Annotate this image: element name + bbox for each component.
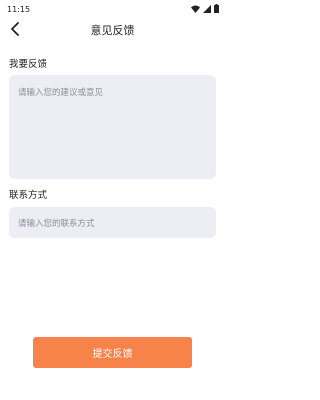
contact-input[interactable]: 请输入您的联系方式 bbox=[9, 207, 216, 238]
feedback-textarea[interactable]: 请输入您的建议或意见 bbox=[9, 75, 216, 179]
nav-bar: 意见反馈 bbox=[0, 18, 225, 42]
battery-icon bbox=[214, 4, 219, 15]
status-bar: 11:15 bbox=[0, 0, 225, 18]
status-time: 11:15 bbox=[7, 5, 31, 14]
contact-placeholder: 请输入您的联系方式 bbox=[18, 219, 95, 229]
feedback-placeholder: 请输入您的建议或意见 bbox=[18, 88, 104, 98]
signal-icon bbox=[203, 4, 211, 15]
submit-feedback-button[interactable]: 提交反馈 bbox=[33, 337, 192, 368]
contact-label: 联系方式 bbox=[9, 190, 48, 201]
status-icons bbox=[191, 4, 219, 15]
feedback-label: 我要反馈 bbox=[9, 59, 48, 70]
home-indicator bbox=[0, 396, 225, 400]
page-title: 意见反馈 bbox=[90, 24, 135, 37]
wifi-icon bbox=[191, 5, 200, 15]
